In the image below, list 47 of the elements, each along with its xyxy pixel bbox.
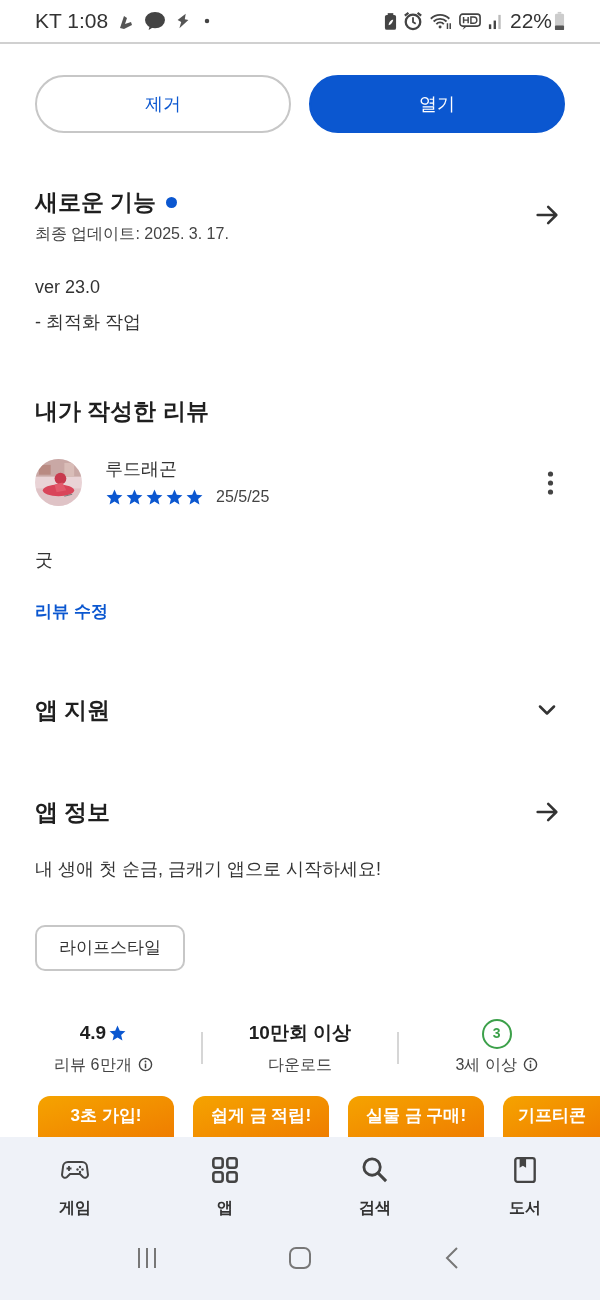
star-icon	[145, 487, 164, 507]
battery-saver-icon	[383, 11, 397, 31]
wifi-icon	[428, 11, 453, 31]
dot-icon	[204, 18, 211, 24]
edit-review-link[interactable]: 리뷰 수정	[35, 599, 108, 625]
release-note: - 최적화 작업	[35, 310, 142, 334]
info-icon[interactable]	[522, 1057, 538, 1072]
open-button[interactable]: 열기	[309, 75, 565, 133]
star-icon	[125, 487, 144, 507]
release-note: ver 23.0	[35, 275, 102, 299]
info-icon[interactable]	[137, 1057, 153, 1072]
star-icon	[105, 487, 124, 507]
age-rating-badge: 3	[481, 1018, 512, 1049]
reviewer-name: 루드래곤	[105, 458, 178, 481]
section-title: 새로운 기능	[35, 188, 157, 217]
star-icon	[185, 487, 204, 507]
update-date: 최종 업데이트: 2025. 3. 17.	[35, 223, 229, 244]
alarm-icon	[402, 11, 423, 31]
nav-tab[interactable]: 게임	[0, 1154, 150, 1220]
rating-value: 4.9	[79, 1021, 107, 1046]
battery-icon	[554, 11, 565, 31]
section-title: 앱 정보	[35, 798, 111, 827]
more-options-icon[interactable]	[547, 470, 554, 495]
star-icon	[108, 1024, 128, 1043]
app-description: 내 생애 첫 순금, 금캐기 앱으로 시작하세요!	[34, 857, 382, 881]
chat-bubble-icon	[144, 11, 167, 31]
star-icon	[165, 487, 184, 507]
review-text: 굿	[35, 549, 54, 572]
book-icon	[511, 1156, 539, 1184]
stat-label: 리뷰 6만개	[54, 1054, 132, 1075]
stat-label: 다운로드	[268, 1054, 332, 1075]
apps-icon	[211, 1156, 239, 1184]
section-title: 내가 작성한 리뷰	[35, 396, 210, 426]
category-chip[interactable]: 라이프스타일	[35, 924, 185, 971]
hd-voice-icon	[458, 11, 481, 31]
status-time: KT 1:08	[35, 8, 109, 35]
uninstall-button[interactable]: 제거	[35, 75, 291, 133]
stat-label: 3세 이상	[455, 1054, 517, 1075]
review-date: 25/5/25	[216, 487, 270, 507]
section-title: 앱 지원	[35, 695, 111, 725]
search-icon	[361, 1156, 389, 1184]
download-count: 10만회 이상	[248, 1021, 352, 1046]
nav-tab[interactable]: 도서	[450, 1154, 600, 1220]
nav-tab[interactable]: 검색	[300, 1154, 450, 1220]
home-icon[interactable]	[288, 1246, 312, 1270]
nav-tab[interactable]: 앱	[150, 1154, 300, 1220]
battery-percent: 22%	[509, 8, 552, 35]
